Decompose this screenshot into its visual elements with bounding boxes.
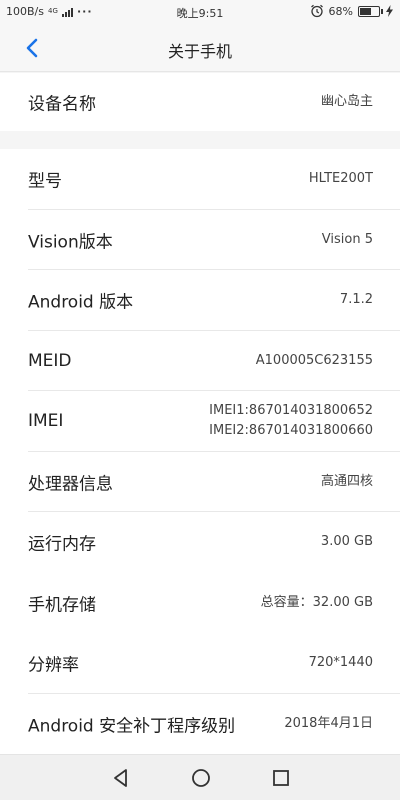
info-row-ram: 运行内存 3.00 GB <box>0 512 400 573</box>
security-patch-value: 2018年4月1日 <box>284 715 373 731</box>
info-row-security-patch: Android 安全补丁程序级别 2018年4月1日 <box>0 694 400 755</box>
android-version-value: 7.1.2 <box>339 292 373 308</box>
info-row-model: 型号 HLTE200T <box>0 149 400 210</box>
imei1-value: IMEI1:867014031800652 <box>209 403 373 419</box>
page-title: 关于手机 <box>167 42 232 61</box>
imei-values: IMEI1:867014031800652 IMEI2:867014031800… <box>209 401 373 441</box>
imei2-value: IMEI2:867014031800660 <box>209 423 373 439</box>
security-patch-label: Android 安全补丁程序级别 <box>28 716 236 737</box>
processor-value: 高通四核 <box>320 473 373 489</box>
vision-label: Vision版本 <box>28 232 113 253</box>
ram-label: 运行内存 <box>28 534 96 555</box>
imei-label: IMEI <box>28 411 64 432</box>
resolution-value: 720*1440 <box>308 655 373 671</box>
nav-back-icon[interactable] <box>110 767 132 789</box>
info-row-storage[interactable]: 手机存储 总容量：32.00 GB <box>0 573 400 634</box>
info-row-imei: IMEI IMEI1:867014031800652 IMEI2:8670140… <box>0 391 400 452</box>
vision-value: Vision 5 <box>321 231 373 247</box>
storage-label: 手机存储 <box>28 595 96 616</box>
nav-home-icon[interactable] <box>190 767 212 789</box>
meid-value: A100005C623155 <box>255 352 373 368</box>
processor-label: 处理器信息 <box>28 474 113 495</box>
battery-icon <box>358 5 383 17</box>
device-info-section: 型号 HLTE200T Vision版本 Vision 5 Android 版本… <box>0 149 400 754</box>
device-name-value: 幽心岛主 <box>320 94 373 109</box>
model-label: 型号 <box>28 171 62 192</box>
charging-bolt-icon <box>386 5 393 17</box>
battery-fill <box>360 7 371 15</box>
info-row-meid: MEID A100005C623155 <box>0 331 400 392</box>
device-name-label: 设备名称 <box>28 94 96 115</box>
nav-recent-apps-icon[interactable] <box>270 767 292 789</box>
info-row-resolution: 分辨率 720*1440 <box>0 633 400 694</box>
device-name-section: 设备名称 幽心岛主 <box>0 73 400 131</box>
info-row-android[interactable]: Android 版本 7.1.2 <box>0 270 400 331</box>
info-row-vision[interactable]: Vision版本 Vision 5 <box>0 210 400 271</box>
battery-percent: 68% <box>328 4 353 18</box>
ram-value: 3.00 GB <box>320 534 373 550</box>
android-version-label: Android 版本 <box>28 292 134 313</box>
resolution-label: 分辨率 <box>28 655 79 676</box>
status-bar: 100B/s 4G ··· 晚上9:51 68% <box>0 0 400 24</box>
info-row-processor: 处理器信息 高通四核 <box>0 452 400 513</box>
device-name-row[interactable]: 设备名称 幽心岛主 <box>0 73 400 131</box>
navigation-bar <box>0 754 400 800</box>
model-value: HLTE200T <box>308 171 373 187</box>
storage-value: 总容量：32.00 GB <box>260 594 373 610</box>
meid-label: MEID <box>28 350 72 371</box>
alarm-clock-icon <box>310 4 323 18</box>
title-bar: 关于手机 <box>0 24 400 72</box>
